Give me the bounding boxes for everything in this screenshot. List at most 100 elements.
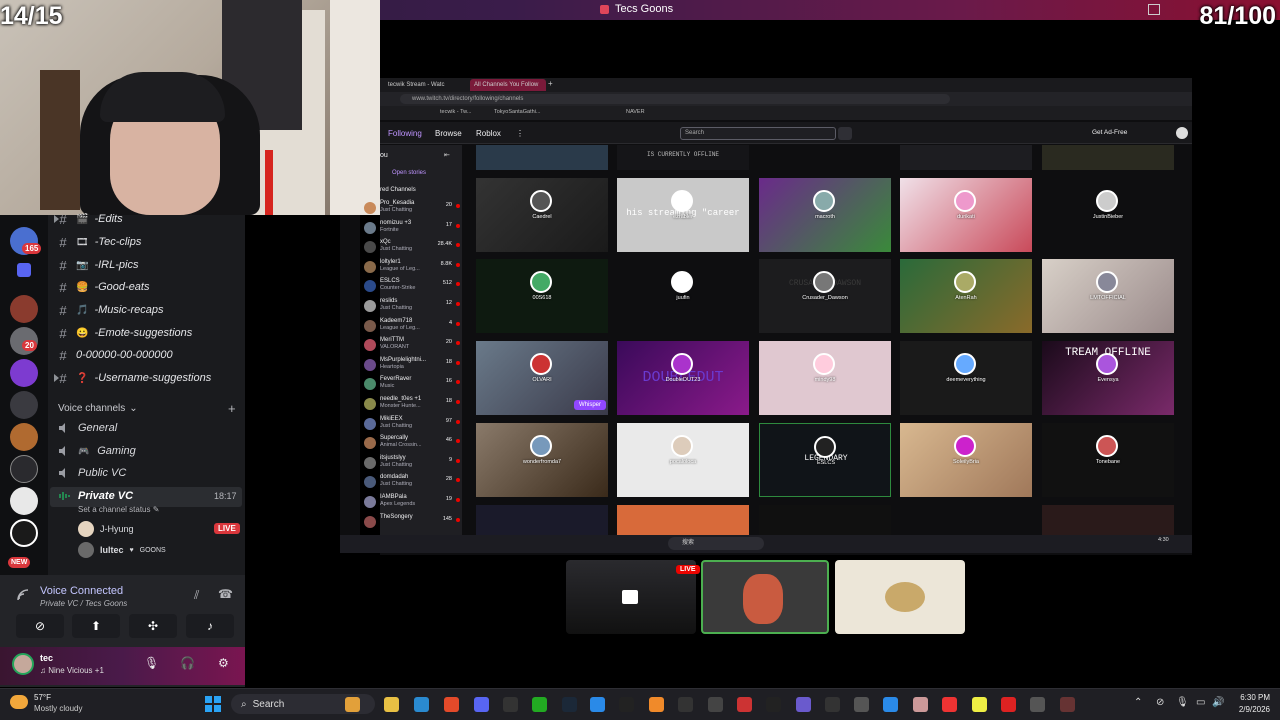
- sidebar-channel[interactable]: ESLCS Counter-Strike 512: [364, 278, 464, 298]
- headphones-icon[interactable]: 🎧: [180, 656, 195, 670]
- channel-card[interactable]: TREAM OFFLINE Evensya: [1042, 341, 1174, 415]
- file-explorer-icon[interactable]: [384, 697, 399, 712]
- server-icon[interactable]: [10, 519, 38, 547]
- channel-tec-clips[interactable]: # 🎞 -Tec-clips: [56, 232, 141, 252]
- vlc-icon[interactable]: [649, 697, 664, 712]
- avatar[interactable]: [12, 653, 34, 675]
- noise-suppression-icon[interactable]: ⫽: [194, 588, 199, 603]
- voice-channel-private[interactable]: Private VC: [58, 486, 133, 506]
- xbox-icon[interactable]: [532, 697, 547, 712]
- server-icon[interactable]: [10, 487, 38, 515]
- search-icon[interactable]: [838, 127, 852, 140]
- riot-icon[interactable]: [1001, 697, 1016, 712]
- sidebar-channel[interactable]: MsPurplelightni... Heartopia 18: [364, 357, 464, 377]
- camera-button[interactable]: ⊘: [16, 614, 64, 638]
- discord-icon[interactable]: [474, 697, 489, 712]
- bookmark[interactable]: NAVER: [626, 109, 645, 115]
- bookmark[interactable]: TokyoSantaGathi...: [494, 109, 540, 115]
- more-icon[interactable]: ⋮: [516, 129, 524, 138]
- monitor-icon[interactable]: [1148, 4, 1160, 15]
- channel-card[interactable]: deemeverything: [900, 341, 1032, 415]
- microphone-icon[interactable]: 🎙: [144, 656, 159, 670]
- chevron-up-icon[interactable]: ⌃: [1134, 697, 1142, 708]
- window-thumbnail[interactable]: [701, 560, 829, 634]
- channel-irl-pics[interactable]: # 📷 -IRL-pics: [56, 255, 138, 275]
- voice-channel-path[interactable]: Private VC / Tecs Goons: [40, 599, 127, 608]
- steam-icon[interactable]: [562, 697, 577, 712]
- sidebar-channel[interactable]: reslids Just Chatting 12: [364, 298, 464, 318]
- clock-date[interactable]: 2/9/2026: [1222, 705, 1270, 714]
- avatar[interactable]: [1176, 127, 1188, 139]
- folder-icon[interactable]: [17, 263, 31, 277]
- voice-channel-gaming[interactable]: 🎮 Gaming: [58, 441, 136, 461]
- screen-share-button[interactable]: ⬆: [72, 614, 120, 638]
- channel-card[interactable]: durikati: [900, 178, 1032, 252]
- avatar-app-icon[interactable]: [1060, 697, 1075, 712]
- voice-category-header[interactable]: Voice channels ⌄: [58, 403, 138, 414]
- sidebar-channel[interactable]: TheSongery 145: [364, 514, 464, 534]
- voice-user[interactable]: J-Hyung: [78, 520, 134, 538]
- channel-card[interactable]: pocaloloca: [617, 423, 749, 497]
- sidebar-channel[interactable]: IAMBPala Apex Legends 19: [364, 494, 464, 514]
- server-icon[interactable]: [10, 423, 38, 451]
- server-icon[interactable]: [10, 295, 38, 323]
- sidebar-channel[interactable]: loltyler1 League of Leg... 8.8K: [364, 259, 464, 279]
- sidebar-channel[interactable]: needle_t0es +1 Monster Hunte... 18: [364, 396, 464, 416]
- sidebar-channel[interactable]: Supercally Animal Crossin... 46: [364, 435, 464, 455]
- channel-card[interactable]: DOUBLEDUT DoubleDUT23: [617, 341, 749, 415]
- channel-card[interactable]: AtenRah: [900, 259, 1032, 333]
- channel-card[interactable]: juufin: [617, 259, 749, 333]
- nav-following[interactable]: Following: [388, 129, 422, 138]
- server-icon[interactable]: [10, 391, 38, 419]
- obs-icon[interactable]: [825, 697, 840, 712]
- channel-card[interactable]: JustinBieber: [1042, 178, 1174, 252]
- channel-card[interactable]: mindy98: [759, 341, 891, 415]
- soundboard-button[interactable]: ♪: [186, 614, 234, 638]
- channel-placeholder[interactable]: #0-00000-00-000000: [56, 345, 172, 365]
- server-icon[interactable]: [10, 455, 38, 483]
- nav-browse[interactable]: Browse: [435, 129, 462, 138]
- window-thumbnail[interactable]: [835, 560, 965, 634]
- network-icon[interactable]: ⊘: [1156, 697, 1164, 708]
- open-stories-link[interactable]: Open stories: [392, 170, 426, 176]
- channel-card[interactable]: Caedrel: [476, 178, 608, 252]
- clock-time[interactable]: 6:30 PM: [1230, 693, 1270, 702]
- pizza-app-icon[interactable]: [345, 697, 360, 712]
- channel-card[interactable]: CRUSADER DAWSON Crusader_Dawson: [759, 259, 891, 333]
- minecraft-icon[interactable]: [619, 697, 634, 712]
- channel-card[interactable]: 00S618: [476, 259, 608, 333]
- weather-temp[interactable]: 57°F: [34, 693, 51, 702]
- microphone-icon[interactable]: 🎙: [1176, 697, 1189, 708]
- channel-music-recaps[interactable]: # 🎵 -Music-recaps: [56, 300, 163, 320]
- whisper-button[interactable]: Whisper: [574, 400, 607, 410]
- sidebar-channel[interactable]: MikiEEX Just Chatting 97: [364, 416, 464, 436]
- app-icon[interactable]: [678, 697, 693, 712]
- activities-button[interactable]: ✣: [129, 614, 177, 638]
- tab-stream[interactable]: tecwik Stream - Watc: [384, 79, 468, 91]
- sidebar-channel[interactable]: nomizuu +3 Fortnite 17: [364, 220, 464, 240]
- new-tab-icon[interactable]: +: [548, 79, 553, 88]
- disconnect-icon[interactable]: ☎: [218, 587, 233, 601]
- weather-icon[interactable]: [10, 695, 28, 709]
- channel-card[interactable]: LMTOFFICIAL: [1042, 259, 1174, 333]
- set-channel-status[interactable]: Set a channel status ✎: [78, 505, 159, 514]
- url-field[interactable]: www.twitch.tv/directory/following/channe…: [400, 94, 950, 104]
- channel-card[interactable]: LEGENDARY ESLCS: [759, 423, 891, 497]
- monitor-icon[interactable]: ▭: [1196, 697, 1205, 708]
- store-icon[interactable]: [414, 697, 429, 712]
- app-icon[interactable]: [913, 697, 928, 712]
- inner-search-box[interactable]: 搜索: [668, 537, 764, 550]
- grid-app-icon[interactable]: [796, 697, 811, 712]
- gear-icon[interactable]: ⚙: [218, 656, 229, 670]
- channel-username-suggestions[interactable]: # ❓ -Username-suggestions: [54, 368, 211, 388]
- chrome-icon[interactable]: [444, 697, 459, 712]
- get-ad-free-button[interactable]: Get Ad-Free: [1092, 129, 1127, 136]
- sidebar-channel[interactable]: Pro_Kesadia Just Chatting 20: [364, 200, 464, 220]
- windows-start-icon[interactable]: [205, 696, 221, 712]
- sidebar-channel[interactable]: Kadeem718 League of Leg... 4: [364, 318, 464, 338]
- channel-card[interactable]: his streaming "career ezrabler: [617, 178, 749, 252]
- channel-card[interactable]: macroth: [759, 178, 891, 252]
- chatgpt-icon[interactable]: [854, 697, 869, 712]
- search-input[interactable]: Search: [680, 127, 836, 140]
- sidebar-channel[interactable]: xQc Just Chatting 28.4K: [364, 239, 464, 259]
